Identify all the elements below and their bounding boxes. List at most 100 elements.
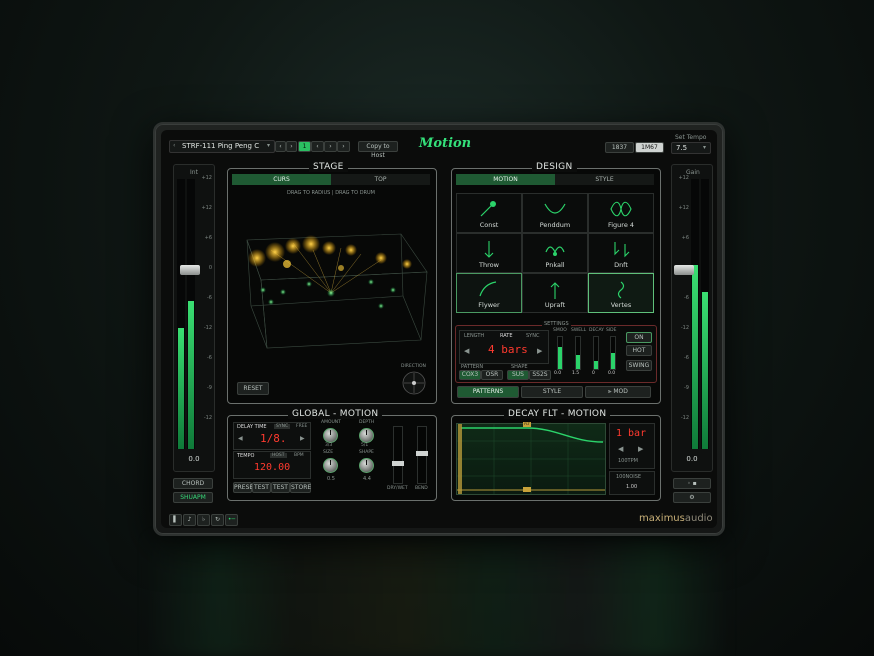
knob-label: SIZE [323, 450, 334, 455]
group-button[interactable]: SHUAPM [173, 492, 213, 503]
motion-cell-figure-4[interactable]: Figure 4 [588, 193, 654, 233]
delay-next-icon[interactable]: ▶ [300, 435, 305, 442]
amount-knob[interactable] [323, 428, 338, 443]
scale-tick: +12 [678, 205, 689, 211]
motion-cell-dnft[interactable]: Dnft [588, 233, 654, 273]
bend-fader[interactable] [416, 426, 428, 484]
mode-b-button[interactable]: 1M67 [635, 142, 664, 153]
scale-tick: -6 [207, 295, 212, 301]
reset-button[interactable]: RESET [237, 382, 269, 395]
dry-wet-fader[interactable] [392, 426, 404, 484]
motion-label: Penddum [539, 221, 571, 229]
delay-mode[interactable]: FREE [296, 424, 307, 429]
decay-fader[interactable] [593, 336, 599, 370]
on-button[interactable]: ON [626, 332, 652, 343]
motion-cell-vertes[interactable]: Vertes [588, 273, 654, 313]
test-button-2[interactable]: TEST [271, 482, 290, 493]
decay-envelope-graph[interactable]: FLT [456, 422, 606, 495]
motion-cell-pnkall[interactable]: Pnkall [522, 233, 588, 273]
delay-sync-badge[interactable]: SYNC [274, 424, 291, 429]
dry-wet-label: DRY/WET [387, 486, 408, 491]
copy-to-host-button[interactable]: Copy to Host [358, 141, 398, 159]
fader-label: SMOO [553, 328, 567, 333]
shape-knob[interactable] [359, 458, 374, 473]
knob-value: 5/1 [361, 443, 369, 448]
stage-3d-view[interactable] [231, 198, 431, 368]
swing-button[interactable]: SWING [626, 360, 652, 371]
length-next-icon[interactable]: ▶ [537, 347, 542, 355]
scale-tick: -12 [680, 415, 689, 421]
set-tempo-value: 7.5 [676, 144, 688, 152]
preset-selector[interactable]: ‹ STRF-111 Ping Peng C ▾ [169, 140, 275, 153]
chord-button[interactable]: CHORD [173, 478, 213, 489]
depth-knob[interactable] [359, 428, 374, 443]
preset-button[interactable]: PRESET [233, 482, 257, 493]
input-gain-fader-handle[interactable] [180, 265, 200, 275]
stage-tabs: CURS TOP [232, 174, 430, 185]
motion-cell-flywer[interactable]: Flywer [456, 273, 522, 313]
side-fader[interactable] [610, 336, 616, 370]
mod-tab[interactable]: ⫸ MOD [585, 386, 651, 398]
knob-value: 4.4 [363, 476, 371, 482]
length-prev-icon[interactable]: ◀ [464, 347, 469, 355]
chevron-left-icon[interactable]: ‹ [173, 142, 175, 149]
next-preset-button[interactable]: › [286, 141, 297, 152]
test-button[interactable]: TEST [252, 482, 271, 493]
page-last-button[interactable]: › [337, 141, 350, 152]
page-next-button[interactable]: › [324, 141, 337, 152]
input-meter-track-left [177, 179, 185, 449]
size-knob[interactable] [323, 458, 338, 473]
tab-style[interactable]: STYLE [555, 174, 654, 185]
output-gain-fader-handle[interactable] [674, 265, 694, 275]
pattern-option[interactable]: COX3 [459, 370, 481, 380]
motion-label: Const [479, 221, 499, 229]
device-reflection [150, 538, 724, 656]
hot-button[interactable]: HOT [626, 345, 652, 356]
loop-icon[interactable]: ↻ [211, 514, 224, 526]
decay-next-icon[interactable]: ▶ [638, 445, 643, 453]
compass-icon[interactable] [401, 370, 427, 396]
page-number[interactable]: 1 [298, 141, 311, 152]
tab-motion[interactable]: MOTION [456, 174, 555, 185]
prev-preset-button[interactable]: ‹ [275, 141, 286, 152]
style-tab[interactable]: STYLE [521, 386, 583, 398]
store-button[interactable]: STORE [290, 482, 311, 493]
delay-prev-icon[interactable]: ◀ [238, 435, 243, 442]
swell-fader[interactable] [575, 336, 581, 370]
motion-cell-throw[interactable]: Throw [456, 233, 522, 273]
knob-label: AMOUNT [321, 420, 341, 425]
tempo-icon[interactable]: ♭ [197, 514, 210, 526]
filter-marker[interactable]: FLT [523, 422, 531, 427]
mode-a-button[interactable]: 1837 [605, 142, 634, 153]
set-tempo-field[interactable]: 7.5 ▾ [671, 142, 711, 154]
output-meter-track-left [691, 179, 699, 449]
scale-tick: +6 [681, 235, 689, 241]
note-icon[interactable]: ♪ [183, 514, 196, 526]
pattern-option[interactable]: OSR [481, 370, 503, 380]
fader-value: 0.0 [608, 371, 616, 376]
shape-option[interactable]: SS2S [529, 370, 551, 380]
transport-bar: ▌ ♪ ♭ ↻ •─ [169, 514, 249, 526]
sync-label: SYNC [526, 333, 540, 339]
output-toggle-button[interactable]: ◦ ▪ [673, 478, 711, 489]
page-prev-button[interactable]: ‹ [311, 141, 324, 152]
smooth-fader[interactable] [557, 336, 563, 370]
bottom-marker[interactable] [523, 487, 531, 492]
fader-value: 0 [592, 371, 595, 376]
vortex-icon [617, 281, 625, 299]
patterns-tab[interactable]: PATTERNS [457, 386, 519, 398]
motion-cell-penddum[interactable]: Penddum [522, 193, 588, 233]
scale-tick: +12 [201, 175, 212, 181]
tab-top[interactable]: TOP [331, 174, 430, 185]
tempo-mode-badge[interactable]: HOST [270, 453, 287, 458]
motion-cell-const[interactable]: Const [456, 193, 522, 233]
midi-icon[interactable]: •─ [225, 514, 238, 526]
decay-prev-icon[interactable]: ◀ [618, 445, 623, 453]
tab-curs[interactable]: CURS [232, 174, 331, 185]
shape-option[interactable]: SUS [507, 370, 529, 380]
length-value: 4 bars [488, 343, 528, 356]
stop-icon[interactable]: ▌ [169, 514, 182, 526]
scale-tick: -12 [680, 325, 689, 331]
motion-cell-upraft[interactable]: Upraft [522, 273, 588, 313]
output-settings-button[interactable]: ⚙ [673, 492, 711, 503]
